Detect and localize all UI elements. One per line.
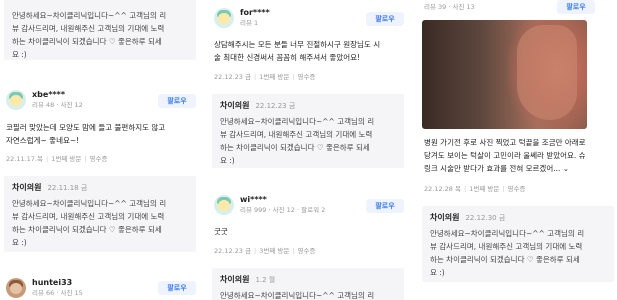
reply-line: 뷰 감사드리며, 내원해주신 고객님의 기대에 노력 (12, 24, 165, 33)
review-author[interactable]: xbe**** 리뷰 48 · 사진 12 (6, 90, 83, 110)
avatar[interactable] (6, 278, 26, 298)
username[interactable]: for**** (240, 8, 270, 18)
reply-header: 차이의원 22.12.23 금 (220, 100, 396, 111)
review-line: 상담해주시는 모든 분들 너무 진절하시구 원장님도 시 (214, 40, 381, 49)
reply-date: 22.11.18 금 (47, 183, 88, 192)
reply-text: 안녕하세요~차이클리닉입니다~^^ 고객님의 리 뷰 감사드리며, 내원해주신 … (12, 197, 188, 249)
reply-line: 안녕하세요~차이클리닉입니다~^^ 고객님의 리 (220, 291, 375, 300)
review-date: 22.12.28 목 (424, 185, 461, 193)
review-line: 병원 가기전 후로 사진 찍었고 턱끝을 조금만 아래로 (424, 138, 586, 147)
reply-date: 1.2 월 (255, 275, 276, 284)
avatar[interactable] (214, 195, 234, 215)
user-stats: 리뷰 999 · 사진 12 · 팔로워 2 (240, 206, 326, 214)
review-author[interactable]: huntei33 리뷰 66 · 사진 15 (6, 278, 83, 298)
receipt-label: 영수증 (297, 247, 316, 255)
reply-header: 차이의원 1.2 월 (220, 274, 396, 285)
review-author[interactable]: for**** 리뷰 1 (214, 8, 270, 28)
reply-author: 차이의원 (430, 213, 460, 222)
owner-reply-card: 안녕하세요~차이클리닉입니다~^^ 고객님의 리 뷰 감사드리며, 내원해주신 … (4, 0, 196, 60)
avatar[interactable] (6, 90, 26, 110)
review-line: 술 최대한 신경써서 꼼꼼히 해주셔서 좋았어요! (214, 53, 361, 62)
receipt-label: 영수증 (507, 185, 526, 193)
reply-header (12, 0, 188, 5)
visit-count: 1번째 방문 (469, 185, 500, 193)
reply-line: 뷰 감사드리며, 내원해주신 고객님의 기대에 노력 (430, 242, 583, 251)
review-date: 22.12.23 금 (214, 247, 251, 255)
user-stats: 리뷰 39 · 사진 13 (424, 3, 475, 11)
follow-button[interactable]: 팔로우 (366, 199, 404, 213)
user-stats: 리뷰 66 · 사진 15 (32, 289, 83, 297)
review-column-3: 리뷰 39 · 사진 13 팔로우 병원 가기전 후로 사진 찍었고 턱끝을 조… (418, 0, 617, 300)
reply-line: 요 :) (430, 268, 445, 277)
username[interactable]: xbe**** (32, 90, 83, 100)
review-date: 22.11.17.목 (6, 155, 43, 163)
receipt-label: 영수증 (89, 155, 108, 163)
visit-count: 3번째 방문 (259, 247, 290, 255)
review-text: 코필러 맞았는데 모양도 맘에 들고 불편하지도 않고 자연스럽게~ 좋네요~! (6, 121, 198, 147)
username[interactable]: wi**** (240, 195, 325, 205)
reply-line: 뷰 감사드리며, 내원해주신 고객님의 기대에 노력 (220, 130, 373, 139)
follow-button[interactable]: 팔로우 (557, 0, 595, 14)
reply-text: 안녕하세요~차이클리닉입니다~^^ 고객님의 리 뷰 감사드리며, 내원해주신 … (220, 115, 396, 167)
reply-line: 안녕하세요~차이클리닉입니다~^^ 고객님의 리 (12, 11, 167, 20)
reply-text: 안녕하세요~차이클리닉입니다~^^ 고객님의 리 (220, 289, 396, 300)
review-column-2: for**** 리뷰 1 팔로우 상담해주시는 모든 분들 너무 진절하시구 원… (208, 0, 408, 300)
review-column-1: 안녕하세요~차이클리닉입니다~^^ 고객님의 리 뷰 감사드리며, 내원해주신 … (0, 0, 200, 300)
reply-header: 차이의원 22.11.18 금 (12, 182, 188, 193)
reply-line: 하는 차이클리닉이 되겠습니다 ♡ 좋은하루 되세 (12, 225, 162, 234)
visit-count: 1번째 방문 (51, 155, 82, 163)
reply-line: 하는 차이클리닉이 되겠습니다 ♡ 좋은하루 되세 (430, 255, 580, 264)
review-meta: 22.11.17.목 | 1번째 방문 | 영수증 (6, 155, 108, 163)
review-line: 코필러 맞았는데 모양도 맘에 들고 불편하지도 않고 (6, 123, 166, 132)
reply-author: 차이의원 (220, 101, 250, 110)
owner-reply-card: 차이의원 22.12.30 금 안녕하세요~차이클리닉입니다~^^ 고객님의 리… (422, 206, 614, 282)
reply-text: 안녕하세요~차이클리닉입니다~^^ 고객님의 리 뷰 감사드리며, 내원해주신 … (12, 9, 188, 61)
owner-reply-card: 차이의원 22.12.23 금 안녕하세요~차이클리닉입니다~^^ 고객님의 리… (212, 94, 404, 168)
avatar[interactable] (214, 8, 234, 28)
user-stats: 리뷰 1 (240, 19, 259, 27)
reply-line: 안녕하세요~차이클리닉입니다~^^ 고객님의 리 (430, 229, 585, 238)
review-author[interactable]: wi**** 리뷰 999 · 사진 12 · 팔로워 2 (214, 195, 325, 215)
reply-line: 요 :) (12, 238, 27, 247)
review-text[interactable]: 병원 가기전 후로 사진 찍었고 턱끝을 조금만 아래로 당겨도 보이는 턱살이… (424, 136, 617, 175)
reply-header: 차이의원 22.12.30 금 (430, 212, 606, 223)
follow-button[interactable]: 팔로우 (366, 12, 404, 26)
reply-line: 안녕하세요~차이클리닉입니다~^^ 고객님의 리 (12, 199, 167, 208)
review-text: 굿굿 (214, 227, 228, 236)
owner-reply-card: 차이의원 1.2 월 안녕하세요~차이클리닉입니다~^^ 고객님의 리 (212, 268, 404, 300)
ear-shape (517, 25, 577, 120)
visit-count: 1번째 방문 (259, 73, 290, 81)
review-meta: 22.12.23 금 | 3번째 방문 | 영수증 (214, 247, 316, 255)
receipt-label: 영수증 (297, 73, 316, 81)
review-line: 당겨도 보이는 턱살이 고민이라 울쎄라 받았어요. 슈 (424, 151, 586, 160)
follow-button[interactable]: 팔로우 (158, 94, 196, 108)
reply-line: 요 :) (220, 156, 235, 165)
reply-author: 차이의원 (220, 275, 250, 284)
reply-author: 차이의원 (12, 183, 42, 192)
reply-line: 뷰 감사드리며, 내원해주신 고객님의 기대에 노력 (12, 212, 165, 221)
review-line: 자연스럽게~ 좋네요~! (6, 136, 80, 145)
review-meta: 22.12.23 금 | 1번째 방문 | 영수증 (214, 73, 316, 81)
username[interactable]: huntei33 (32, 278, 83, 288)
user-stats: 리뷰 48 · 사진 12 (32, 101, 83, 109)
reply-date: 22.12.30 금 (465, 213, 506, 222)
review-date: 22.12.23 금 (214, 73, 251, 81)
reply-line: 하는 차이클리닉이 되겠습니다 ♡ 좋은하루 되세 (220, 143, 370, 152)
reply-text: 안녕하세요~차이클리닉입니다~^^ 고객님의 리 뷰 감사드리며, 내원해주신 … (430, 227, 606, 279)
review-meta: 22.12.28 목 | 1번째 방문 | 영수증 (424, 185, 526, 193)
reply-date: 22.12.23 금 (255, 101, 296, 110)
follow-button[interactable]: 팔로우 (158, 281, 196, 295)
review-text: 상담해주시는 모든 분들 너무 진절하시구 원장님도 시 술 최대한 신경써서 … (214, 38, 408, 64)
reply-line: 요 :) (12, 50, 27, 59)
reply-line: 안녕하세요~차이클리닉입니다~^^ 고객님의 리 (220, 117, 375, 126)
owner-reply-card: 차이의원 22.11.18 금 안녕하세요~차이클리닉입니다~^^ 고객님의 리… (4, 176, 196, 252)
review-line: 링크 시술만 받다가 효과를 전혀 모르겠어... ⌄ (424, 164, 570, 173)
reply-line: 하는 차이클리닉이 되겠습니다 ♡ 좋은하루 되세 (12, 37, 162, 46)
reply-author (12, 0, 15, 5)
review-photo[interactable] (422, 20, 587, 129)
